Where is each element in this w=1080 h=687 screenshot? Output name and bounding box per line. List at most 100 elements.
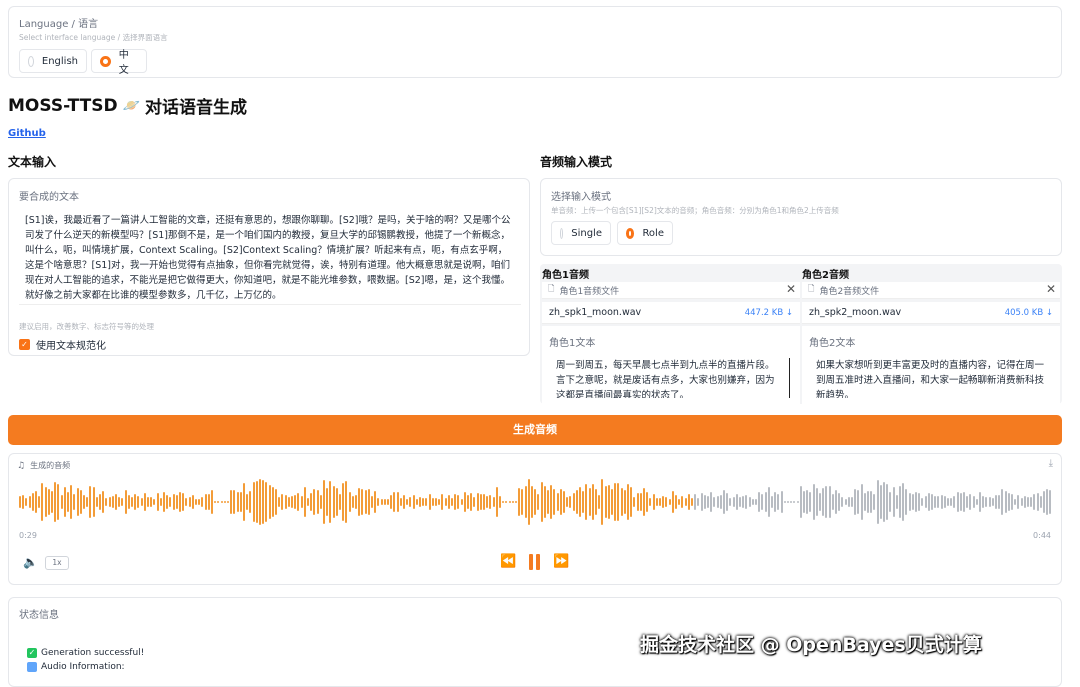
- waveform-bar: [537, 494, 540, 510]
- waveform-bar: [489, 494, 492, 510]
- speaker1-file-icon: 🗋: [548, 284, 555, 293]
- speaker1-text-input[interactable]: 周一到周五，每天早晨七点半到九点半的直播片段。言下之意呢，就是废话有点多，大家也…: [550, 358, 790, 398]
- planet-icon: 🪐: [122, 97, 141, 114]
- waveform-bar: [847, 496, 850, 508]
- waveform-bar: [447, 495, 450, 509]
- waveform-bar: [118, 496, 121, 508]
- download-icon[interactable]: ⤓: [1049, 458, 1053, 469]
- waveform-bar: [172, 493, 175, 511]
- waveform-bar: [742, 495, 745, 509]
- waveform-bar: [553, 489, 556, 515]
- waveform-bar: [659, 498, 661, 506]
- waveform-bar: [175, 495, 178, 509]
- waveform-bar: [323, 479, 325, 525]
- audio-label-row: ♫ 生成的音频: [17, 460, 70, 471]
- waveform-bar: [703, 494, 706, 510]
- waveform-bar: [694, 494, 697, 510]
- waveform-bar: [403, 494, 405, 510]
- waveform-bar: [310, 492, 313, 512]
- waveform-bar: [236, 492, 239, 512]
- waveform-bar: [860, 483, 863, 521]
- waveform-bar: [319, 495, 322, 509]
- waveform-bar: [995, 495, 997, 509]
- mode-option-single[interactable]: Single: [551, 221, 611, 245]
- waveform-bar: [262, 480, 265, 524]
- waveform-bar: [547, 489, 549, 515]
- waveform-bar: [86, 496, 89, 508]
- waveform-bar: [19, 496, 21, 508]
- speaker2-file-size[interactable]: 405.0 KB ↓: [1005, 308, 1053, 318]
- waveform-bar: [377, 497, 380, 507]
- waveform-bar: [761, 494, 764, 510]
- waveform-bar: [1039, 495, 1042, 509]
- waveform-bar: [979, 492, 981, 512]
- waveform-bar: [476, 493, 479, 511]
- waveform-bar: [524, 486, 527, 518]
- waveform-bar: [796, 501, 799, 503]
- mode-option-single-label: Single: [571, 227, 602, 239]
- waveform-bar: [774, 491, 777, 513]
- waveform-bar: [665, 496, 668, 508]
- waveform-bar: [1036, 492, 1039, 512]
- speaker2-text-input[interactable]: 如果大家想听到更丰富更及时的直播内容，记得在周一到周五准时进入直播间，和大家一起…: [810, 358, 1054, 398]
- waveform-bar: [300, 495, 303, 508]
- pause-button[interactable]: [527, 553, 543, 571]
- waveform-bar: [579, 487, 581, 517]
- speed-button[interactable]: 1x: [45, 556, 69, 570]
- text-input-textarea[interactable]: [S1]诶，我最近看了一篇讲人工智能的文章，还挺有意思的，想跟你聊聊。[S2]哦…: [19, 209, 521, 305]
- waveform-bar: [361, 488, 364, 516]
- page-subtitle: 对话语音生成: [145, 98, 248, 118]
- waveform-bar: [294, 494, 297, 510]
- waveform-bar: [716, 495, 719, 509]
- waveform-bar: [364, 489, 367, 514]
- waveform-bar: [287, 496, 290, 507]
- waveform-bar: [636, 493, 639, 511]
- waveform[interactable]: [19, 476, 1053, 528]
- waveform-bar: [454, 494, 457, 510]
- waveform-bar: [131, 496, 133, 508]
- waveform-bar: [460, 498, 463, 506]
- rewind-icon[interactable]: ⏪: [500, 554, 516, 569]
- waveform-bar: [137, 496, 140, 508]
- speaker1-clear-icon[interactable]: ✕: [786, 282, 796, 296]
- status-info-text: Audio Information:: [41, 662, 125, 672]
- waveform-bar: [275, 489, 277, 515]
- mode-option-role[interactable]: Role: [617, 221, 673, 245]
- waveform-bar: [790, 501, 793, 503]
- waveform-bar: [1014, 498, 1017, 506]
- waveform-bar: [89, 486, 92, 518]
- waveform-bar: [521, 489, 524, 515]
- waveform-bar: [931, 494, 933, 510]
- language-option-chinese[interactable]: 中文: [91, 49, 147, 76]
- waveform-bar: [671, 491, 674, 513]
- waveform-bar: [780, 490, 783, 514]
- waveform-bar: [963, 492, 965, 512]
- normalize-checkbox-row[interactable]: ✓ 使用文本规范化: [19, 337, 106, 352]
- generate-audio-button[interactable]: 生成音频: [8, 415, 1062, 445]
- waveform-bar: [457, 494, 460, 510]
- speaker1-file-row[interactable]: zh_spk1_moon.wav 447.2 KB ↓: [542, 302, 800, 324]
- waveform-bar: [601, 479, 604, 525]
- waveform-bar: [134, 494, 137, 510]
- github-link[interactable]: Github: [8, 128, 46, 139]
- waveform-bar: [915, 492, 917, 512]
- waveform-bar: [691, 497, 693, 507]
- fast-forward-icon[interactable]: ⏩: [553, 554, 569, 569]
- waveform-bar: [143, 492, 146, 512]
- waveform-bar: [550, 484, 553, 520]
- waveform-bar: [515, 501, 517, 503]
- waveform-bar: [51, 491, 53, 513]
- waveform-bar: [163, 492, 165, 512]
- speaker1-file-name: zh_spk1_moon.wav: [549, 307, 642, 318]
- waveform-bar: [508, 501, 511, 503]
- speaker2-file-row[interactable]: zh_spk2_moon.wav 405.0 KB ↓: [802, 302, 1060, 324]
- volume-icon[interactable]: 🔈: [23, 555, 38, 569]
- language-option-english[interactable]: English: [19, 49, 87, 73]
- waveform-bar: [678, 498, 681, 506]
- waveform-bar: [102, 490, 105, 514]
- waveform-bar: [527, 479, 530, 525]
- speaker1-file-size[interactable]: 447.2 KB ↓: [745, 308, 793, 318]
- waveform-bar: [1030, 497, 1033, 507]
- speaker2-clear-icon[interactable]: ✕: [1046, 282, 1056, 296]
- waveform-bar: [1001, 488, 1004, 516]
